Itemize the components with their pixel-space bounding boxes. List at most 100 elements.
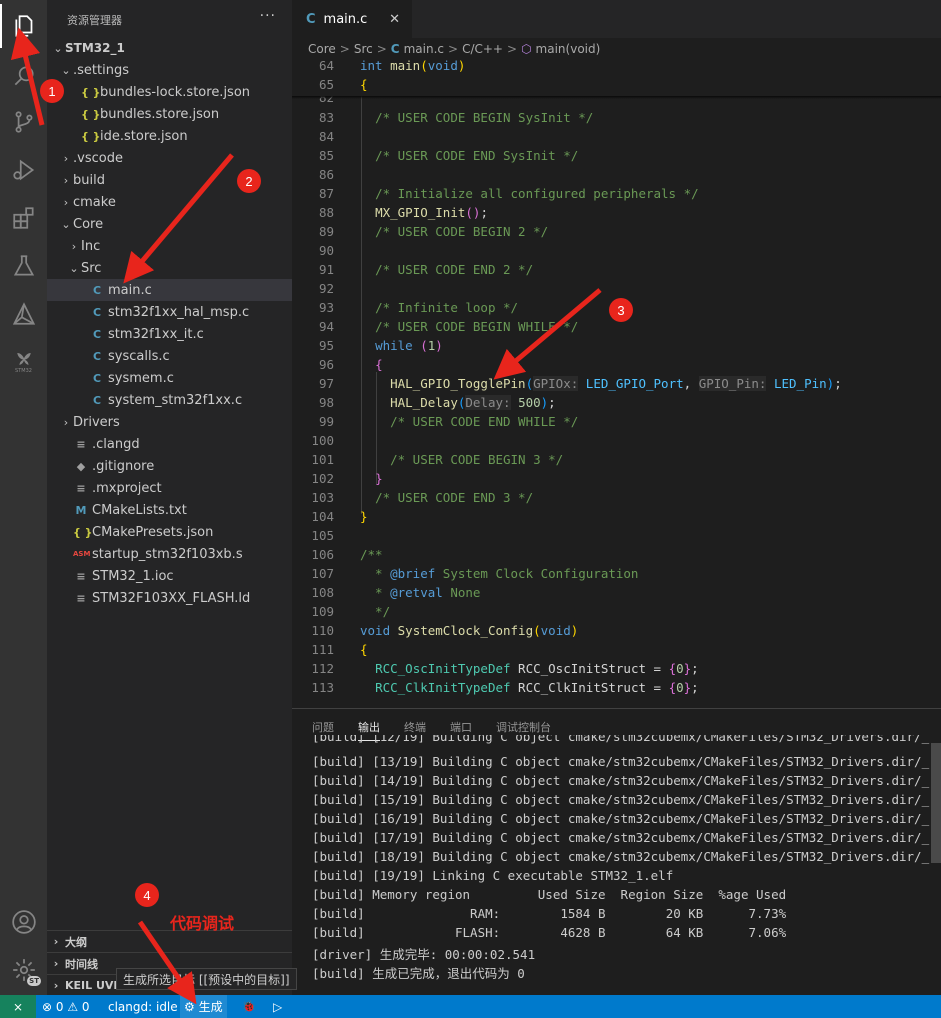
build-button[interactable]: ⚙ 生成: [180, 995, 227, 1018]
output-line: [build] [17/19] Building C object cmake/…: [312, 830, 930, 845]
tree-root[interactable]: ⌄ STM32_1: [47, 37, 292, 59]
json-file-icon: { }: [73, 525, 93, 539]
output-line: [build] [12/19] Building C object cmake/…: [312, 735, 930, 744]
tree-folder[interactable]: ⌄ Core: [47, 213, 292, 235]
tree-file[interactable]: { } CMakePresets.json: [47, 521, 292, 543]
c-file-icon: C: [92, 283, 102, 297]
tree-file[interactable]: Cstm32f1xx_hal_msp.c: [47, 301, 292, 323]
tree-item-label: ide.store.json: [100, 128, 188, 144]
breadcrumb-item[interactable]: Core: [308, 42, 336, 56]
tree-item-label: stm32f1xx_it.c: [108, 326, 204, 342]
asm-file-icon: ASM: [73, 550, 91, 558]
problems-count[interactable]: ⊗ 0 ⚠ 0: [42, 995, 90, 1018]
json-file-icon: { }: [81, 129, 101, 143]
tree-file[interactable]: Csyscalls.c: [47, 345, 292, 367]
chevron-right-icon: ›: [63, 195, 69, 209]
output-line: [build] [19/19] Linking C executable STM…: [312, 868, 674, 883]
tree-folder[interactable]: › .vscode: [47, 147, 292, 169]
panel-scrollbar[interactable]: [931, 743, 941, 863]
root-folder-label: STM32_1: [65, 41, 125, 55]
tree-file[interactable]: ASM startup_stm32f103xb.s: [47, 543, 292, 565]
tree-file[interactable]: { } ide.store.json: [47, 125, 292, 147]
tab-debug-console[interactable]: 调试控制台: [496, 719, 551, 735]
tree-item-label: Inc: [81, 238, 101, 254]
tab-main-c[interactable]: C main.c ✕: [292, 0, 412, 38]
stm32-icon[interactable]: STM32: [0, 340, 47, 384]
tree-item-label: bundles-lock.store.json: [100, 84, 251, 100]
tree-item-label: STM32F103XX_FLASH.ld: [92, 590, 251, 606]
tree-file[interactable]: Cstm32f1xx_it.c: [47, 323, 292, 345]
breadcrumb-item[interactable]: Src: [354, 42, 373, 56]
tree-file[interactable]: Cmain.c: [47, 279, 292, 301]
c-file-icon: C: [92, 349, 102, 363]
tree-file[interactable]: Csystem_stm32f1xx.c: [47, 389, 292, 411]
testing-icon[interactable]: [0, 244, 47, 288]
chevron-down-icon: ⌄: [61, 63, 71, 77]
tree-item-label: bundles.store.json: [100, 106, 220, 122]
extensions-icon[interactable]: [0, 196, 47, 240]
output-line: [build] [15/19] Building C object cmake/…: [312, 792, 930, 807]
tree-file[interactable]: { } bundles.store.json: [47, 103, 292, 125]
c-file-icon: C: [390, 42, 400, 56]
explorer-icon[interactable]: [0, 4, 47, 48]
text-file-icon: ≡: [76, 569, 86, 583]
chevron-right-icon: ›: [71, 239, 77, 253]
breadcrumb-separator: >: [448, 42, 459, 56]
text-file-icon: ≡: [76, 591, 86, 605]
clangd-status[interactable]: clangd: idle: [108, 995, 178, 1018]
annotation-note: 代码调试: [170, 914, 235, 933]
tree-folder[interactable]: › Drivers: [47, 411, 292, 433]
tree-file[interactable]: Csysmem.c: [47, 367, 292, 389]
account-icon[interactable]: [0, 900, 47, 944]
tree-file[interactable]: ≡ STM32F103XX_FLASH.ld: [47, 587, 292, 609]
badge-2: 2: [237, 169, 261, 193]
tree-folder[interactable]: › Inc: [47, 235, 292, 257]
tree-folder[interactable]: ⌄ .settings: [47, 59, 292, 81]
cmake-icon[interactable]: [0, 292, 47, 336]
source-control-icon[interactable]: [0, 100, 47, 144]
breadcrumb-item[interactable]: C/C++: [462, 42, 503, 56]
text-file-icon: ≡: [76, 437, 86, 451]
tab-problems[interactable]: 问题: [312, 719, 334, 735]
tree-file[interactable]: M CMakeLists.txt: [47, 499, 292, 521]
tree-folder[interactable]: › cmake: [47, 191, 292, 213]
c-file-icon: C: [92, 327, 102, 341]
chevron-right-icon: ›: [63, 415, 69, 429]
output-line: [build] 生成已完成，退出代码为 0: [312, 966, 525, 981]
debug-icon[interactable]: 🐞: [242, 995, 256, 1018]
function-cube-icon: ⬡: [521, 42, 532, 56]
tab-label: main.c: [323, 11, 368, 27]
tab-terminal[interactable]: 终端: [404, 719, 426, 735]
output-line: [build] [14/19] Building C object cmake/…: [312, 773, 930, 788]
badge-3: 3: [609, 298, 633, 322]
c-file-icon: C: [92, 371, 102, 385]
tree-item-label: main.c: [108, 282, 152, 298]
more-actions-icon[interactable]: ···: [260, 8, 276, 24]
output-line: [build] Memory region Used Size Region S…: [312, 887, 787, 902]
tree-folder[interactable]: ⌄ Src: [47, 257, 292, 279]
tree-file[interactable]: { } bundles-lock.store.json: [47, 81, 292, 103]
tree-item-label: Drivers: [73, 414, 120, 430]
tab-ports[interactable]: 端口: [450, 719, 472, 735]
close-icon[interactable]: ✕: [389, 12, 400, 27]
editor-area: C main.c ✕ Core > Src > C main.c > C/C++…: [292, 0, 941, 708]
breadcrumb-item[interactable]: main(void): [536, 42, 601, 56]
text-file-icon: ≡: [76, 481, 86, 495]
json-file-icon: { }: [81, 107, 101, 121]
tree-file[interactable]: ≡ .mxproject: [47, 477, 292, 499]
tree-file[interactable]: ≡ .clangd: [47, 433, 292, 455]
remote-indicator[interactable]: ⨯: [0, 995, 36, 1018]
tree-file[interactable]: ◆ .gitignore: [47, 455, 292, 477]
settings-gear-icon[interactable]: ST: [0, 948, 47, 992]
chevron-down-icon: ⌄: [61, 217, 71, 231]
chevron-right-icon: ›: [63, 173, 69, 187]
run-icon[interactable]: ▷: [273, 995, 282, 1018]
output-line: [build] [16/19] Building C object cmake/…: [312, 811, 930, 826]
output-panel: 问题 输出 终端 端口 调试控制台 [build] [12/19] Buildi…: [292, 708, 941, 995]
output-line: [build] [13/19] Building C object cmake/…: [312, 754, 930, 769]
badge-4: 4: [135, 883, 159, 907]
run-debug-icon[interactable]: [0, 148, 47, 192]
breadcrumb-item[interactable]: main.c: [404, 42, 444, 56]
output-line: [build] FLASH: 4628 B 64 KB 7.06%: [312, 925, 787, 940]
tree-file[interactable]: ≡ STM32_1.ioc: [47, 565, 292, 587]
